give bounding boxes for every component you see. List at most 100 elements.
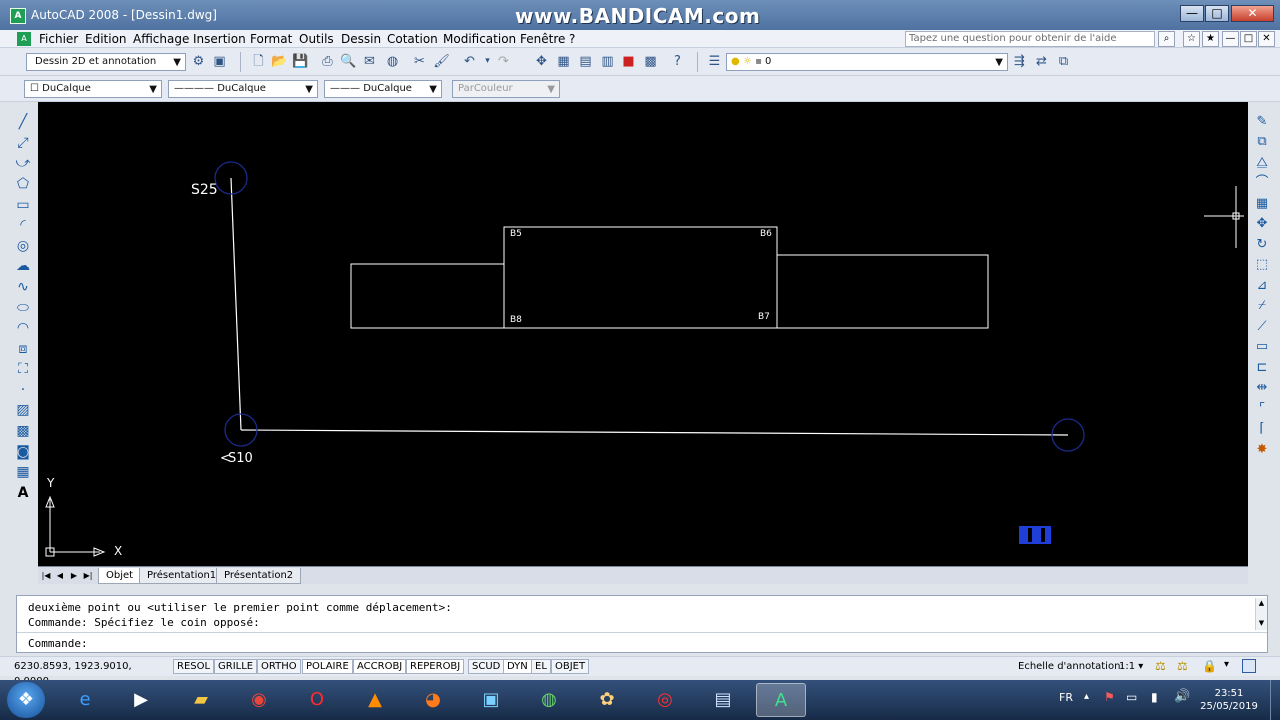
- hatch-icon[interactable]: ▨: [12, 400, 34, 420]
- label-s25[interactable]: S25: [191, 182, 218, 198]
- doc-maximize-button[interactable]: □: [1240, 31, 1257, 47]
- favorites-icon[interactable]: ★: [1202, 31, 1219, 47]
- menu-modification[interactable]: Modification: [443, 32, 516, 46]
- drawing-canvas[interactable]: S25 < S10 B5 B6 B7 B8 Y X: [38, 102, 1248, 566]
- vertical-line[interactable]: [230, 177, 242, 431]
- ellipse-icon[interactable]: ⬭: [12, 298, 34, 318]
- menu-insertion[interactable]: Insertion: [193, 32, 246, 46]
- point-icon[interactable]: ·: [12, 380, 34, 400]
- chrome-icon[interactable]: ◉: [234, 683, 284, 717]
- command-window[interactable]: deuxième point ou <utiliser le premier p…: [16, 595, 1268, 653]
- media-player-icon[interactable]: ▶: [116, 683, 166, 717]
- internet-explorer-icon[interactable]: e: [60, 683, 110, 717]
- rotate-icon[interactable]: ↻: [1251, 235, 1273, 255]
- command-scrollbar[interactable]: ▲ ▼: [1255, 598, 1267, 630]
- stretch-icon[interactable]: ⊿: [1251, 276, 1273, 296]
- fillet-icon[interactable]: ⌈: [1251, 419, 1273, 439]
- flag-icon[interactable]: ⚑: [1104, 690, 1115, 704]
- menu-help[interactable]: ?: [569, 32, 575, 46]
- horizontal-line[interactable]: [240, 429, 1069, 436]
- lock-icon[interactable]: 🔒: [1202, 659, 1217, 673]
- plot-preview-icon[interactable]: 🔍: [339, 52, 358, 71]
- workspace-settings-icon[interactable]: ⚙: [189, 52, 208, 71]
- tab-presentation2[interactable]: Présentation2: [216, 568, 302, 584]
- label-b6[interactable]: B6: [760, 229, 772, 239]
- prev-tab-icon[interactable]: ◀: [54, 569, 66, 583]
- menu-fichier[interactable]: Fichier: [39, 32, 78, 46]
- make-object-layer-current-icon[interactable]: ⇶: [1010, 52, 1029, 71]
- autocad-app-icon[interactable]: A: [10, 8, 26, 24]
- construction-line-icon[interactable]: ⤢: [12, 133, 34, 153]
- save-icon[interactable]: 💾: [291, 52, 310, 71]
- extend-icon[interactable]: ⟋: [1251, 317, 1273, 337]
- opera-icon[interactable]: O: [292, 683, 342, 717]
- toggle-grille[interactable]: GRILLE: [214, 659, 258, 674]
- toggle-polaire[interactable]: POLAIRE: [302, 659, 353, 674]
- polyline-icon[interactable]: ⤻: [12, 153, 34, 173]
- autocad-task-icon[interactable]: A: [756, 683, 806, 717]
- match-properties-icon[interactable]: 🖌: [432, 52, 451, 71]
- rectangle-icon[interactable]: ▭: [12, 195, 34, 215]
- clock[interactable]: 23:51 25/05/2019: [1194, 687, 1264, 713]
- scale-icon[interactable]: ⬚: [1251, 255, 1273, 275]
- trim-icon[interactable]: ⌿: [1251, 296, 1273, 316]
- toggle-el[interactable]: EL: [531, 659, 551, 674]
- arc-icon[interactable]: ◜: [12, 215, 34, 235]
- status-menu-icon[interactable]: ▾: [1224, 659, 1229, 670]
- offset-icon[interactable]: ⌒: [1251, 173, 1273, 193]
- paint-icon[interactable]: ✿: [582, 683, 632, 717]
- tab-presentation1[interactable]: Présentation1: [139, 568, 225, 584]
- language-indicator[interactable]: FR: [1059, 691, 1073, 704]
- workspace-select[interactable]: Dessin 2D et annotation ▼: [26, 53, 186, 71]
- design-center-icon[interactable]: ▤: [576, 52, 595, 71]
- cut-icon[interactable]: ✂: [410, 52, 429, 71]
- plotstyle-select[interactable]: ParCouleur ▼: [452, 80, 560, 98]
- rectangle-b5-b8[interactable]: [503, 226, 778, 329]
- ellipse-arc-icon[interactable]: ◠: [12, 318, 34, 338]
- star-icon[interactable]: ☆: [1183, 31, 1200, 47]
- toggle-objet[interactable]: OBJET: [551, 659, 590, 674]
- layer-select[interactable]: ● ☼ ▪ 0 ▼: [726, 53, 1008, 71]
- command-prompt[interactable]: Commande:: [28, 637, 88, 650]
- rectangle-right[interactable]: [776, 254, 989, 329]
- gradient-icon[interactable]: ▩: [12, 421, 34, 441]
- break-icon[interactable]: ⊏: [1251, 358, 1273, 378]
- plot-icon[interactable]: ⎙: [318, 52, 337, 71]
- help-search-input[interactable]: Tapez une question pour obtenir de l'aid…: [905, 31, 1155, 47]
- menu-edition[interactable]: Edition: [85, 32, 127, 46]
- search-icon[interactable]: ⌕: [1158, 31, 1175, 47]
- open-file-icon[interactable]: 📂: [270, 52, 289, 71]
- menu-dessin[interactable]: Dessin: [341, 32, 381, 46]
- move-icon[interactable]: ✥: [1251, 214, 1273, 234]
- annotation-visibility-icon[interactable]: ⚖: [1155, 659, 1166, 673]
- array-icon[interactable]: ▦: [1251, 194, 1273, 214]
- video-icon[interactable]: ▭: [1126, 690, 1137, 704]
- maximize-button[interactable]: □: [1205, 5, 1229, 22]
- color-select[interactable]: ☐ DuCalque ▼: [24, 80, 162, 98]
- toggle-dyn[interactable]: DYN: [503, 659, 532, 674]
- photos-icon[interactable]: ▣: [466, 683, 516, 717]
- region-icon[interactable]: ◙: [12, 442, 34, 462]
- doc-close-button[interactable]: ✕: [1258, 31, 1275, 47]
- erase-icon[interactable]: ✎: [1251, 112, 1273, 132]
- network-app-icon[interactable]: ▤: [698, 683, 748, 717]
- annotation-scale-select[interactable]: 1:1 ▾: [1119, 661, 1143, 672]
- my-workspace-icon[interactable]: ▣: [210, 52, 229, 71]
- last-tab-icon[interactable]: ▶|: [82, 569, 94, 583]
- join-icon[interactable]: ⇹: [1251, 378, 1273, 398]
- sheet-set-icon[interactable]: ■: [619, 52, 638, 71]
- show-hidden-icons-icon[interactable]: ▴: [1084, 691, 1089, 702]
- menu-affichage[interactable]: Affichage: [133, 32, 189, 46]
- document-icon[interactable]: A: [17, 32, 31, 46]
- first-tab-icon[interactable]: |◀: [40, 569, 52, 583]
- network-icon[interactable]: ▮: [1151, 690, 1158, 704]
- 3d-dwf-icon[interactable]: ◍: [383, 52, 402, 71]
- publish-icon[interactable]: ✉: [360, 52, 379, 71]
- toggle-accrobj[interactable]: ACCROBJ: [353, 659, 407, 674]
- selected-text-highlight[interactable]: [1019, 526, 1051, 544]
- clean-screen-icon[interactable]: [1242, 659, 1256, 673]
- redo-icon[interactable]: ↷: [494, 52, 513, 71]
- circle-icon[interactable]: ◎: [12, 236, 34, 256]
- multiline-text-icon[interactable]: A: [12, 483, 34, 503]
- label-b7[interactable]: B7: [758, 312, 770, 322]
